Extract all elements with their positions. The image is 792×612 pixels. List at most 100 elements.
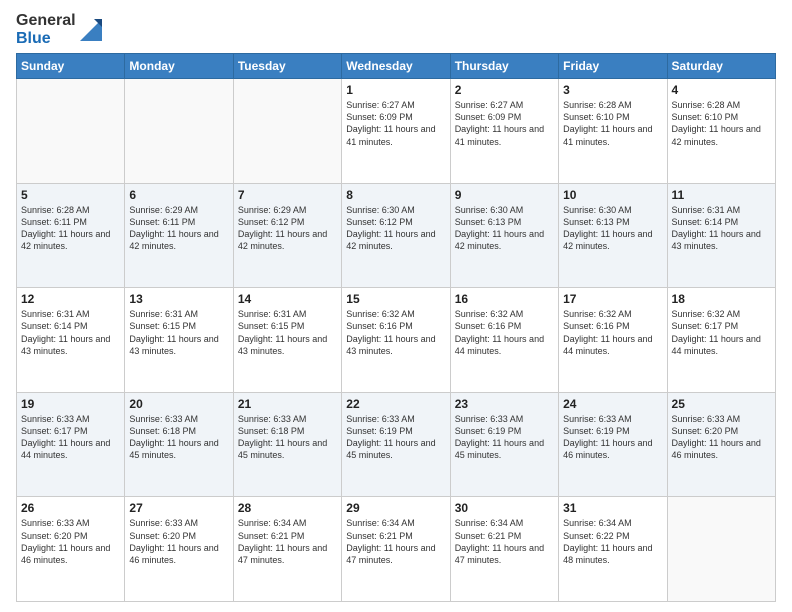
day-info: Sunrise: 6:32 AMSunset: 6:16 PMDaylight:… <box>563 308 662 357</box>
calendar-week-row: 26Sunrise: 6:33 AMSunset: 6:20 PMDayligh… <box>17 497 776 602</box>
logo-triangle-icon <box>80 19 102 41</box>
calendar-cell: 12 Sunrise: 6:31 AMSunset: 6:14 PMDayligh… <box>17 288 125 393</box>
col-header-friday: Friday <box>559 54 667 79</box>
day-number: 29 <box>346 501 445 515</box>
calendar-cell: 31Sunrise: 6:34 AMSunset: 6:22 PMDayligh… <box>559 497 667 602</box>
calendar-cell: 24 Sunrise: 6:33 AMSunset: 6:19 PMDayligh… <box>559 392 667 497</box>
day-number: 24 <box>563 397 662 411</box>
day-info: Sunrise: 6:31 AMSunset: 6:15 PMDaylight:… <box>129 308 228 357</box>
day-number: 4 <box>672 83 771 97</box>
calendar-cell: 3 Sunrise: 6:28 AMSunset: 6:10 PMDaylight… <box>559 79 667 184</box>
calendar-cell: 16 Sunrise: 6:32 AMSunset: 6:16 PMDayligh… <box>450 288 558 393</box>
calendar-cell: 7 Sunrise: 6:29 AMSunset: 6:12 PMDaylight… <box>233 183 341 288</box>
day-number: 17 <box>563 292 662 306</box>
day-info: Sunrise: 6:33 AMSunset: 6:20 PMDaylight:… <box>129 517 228 566</box>
day-number: 22 <box>346 397 445 411</box>
calendar-cell: 13 Sunrise: 6:31 AMSunset: 6:15 PMDayligh… <box>125 288 233 393</box>
page: General Blue SundayMondayTuesdayWednesda… <box>0 0 792 612</box>
day-info: Sunrise: 6:33 AMSunset: 6:18 PMDaylight:… <box>129 413 228 462</box>
col-header-thursday: Thursday <box>450 54 558 79</box>
day-number: 13 <box>129 292 228 306</box>
day-number: 23 <box>455 397 554 411</box>
col-header-tuesday: Tuesday <box>233 54 341 79</box>
day-number: 3 <box>563 83 662 97</box>
calendar-cell: 15 Sunrise: 6:32 AMSunset: 6:16 PMDayligh… <box>342 288 450 393</box>
calendar-cell: 22 Sunrise: 6:33 AMSunset: 6:19 PMDayligh… <box>342 392 450 497</box>
day-number: 30 <box>455 501 554 515</box>
calendar-header-row: SundayMondayTuesdayWednesdayThursdayFrid… <box>17 54 776 79</box>
day-info: Sunrise: 6:34 AMSunset: 6:21 PMDaylight:… <box>346 517 445 566</box>
calendar-cell: 1 Sunrise: 6:27 AMSunset: 6:09 PMDaylight… <box>342 79 450 184</box>
day-info: Sunrise: 6:33 AMSunset: 6:19 PMDaylight:… <box>563 413 662 462</box>
calendar-cell: 18 Sunrise: 6:32 AMSunset: 6:17 PMDayligh… <box>667 288 775 393</box>
day-info: Sunrise: 6:32 AMSunset: 6:17 PMDaylight:… <box>672 308 771 357</box>
calendar-cell: 14 Sunrise: 6:31 AMSunset: 6:15 PMDayligh… <box>233 288 341 393</box>
calendar-cell: 19Sunrise: 6:33 AMSunset: 6:17 PMDayligh… <box>17 392 125 497</box>
day-info: Sunrise: 6:31 AMSunset: 6:14 PMDaylight:… <box>672 204 771 253</box>
calendar-cell <box>233 79 341 184</box>
day-info: Sunrise: 6:33 AMSunset: 6:20 PMDaylight:… <box>672 413 771 462</box>
day-number: 12 <box>21 292 120 306</box>
day-info: Sunrise: 6:33 AMSunset: 6:19 PMDaylight:… <box>346 413 445 462</box>
logo-general: General <box>16 12 76 30</box>
day-info: Sunrise: 6:33 AMSunset: 6:17 PMDaylight:… <box>21 413 120 462</box>
day-info: Sunrise: 6:33 AMSunset: 6:20 PMDaylight:… <box>21 517 120 566</box>
day-number: 5 <box>21 188 120 202</box>
col-header-sunday: Sunday <box>17 54 125 79</box>
day-number: 21 <box>238 397 337 411</box>
calendar-cell: 25Sunrise: 6:33 AMSunset: 6:20 PMDayligh… <box>667 392 775 497</box>
day-info: Sunrise: 6:27 AMSunset: 6:09 PMDaylight:… <box>346 99 445 148</box>
day-info: Sunrise: 6:34 AMSunset: 6:21 PMDaylight:… <box>238 517 337 566</box>
day-info: Sunrise: 6:34 AMSunset: 6:22 PMDaylight:… <box>563 517 662 566</box>
calendar-cell: 20 Sunrise: 6:33 AMSunset: 6:18 PMDayligh… <box>125 392 233 497</box>
day-info: Sunrise: 6:30 AMSunset: 6:13 PMDaylight:… <box>563 204 662 253</box>
day-number: 27 <box>129 501 228 515</box>
logo-blue: Blue <box>16 30 76 48</box>
day-number: 7 <box>238 188 337 202</box>
calendar-cell <box>667 497 775 602</box>
calendar-week-row: 12 Sunrise: 6:31 AMSunset: 6:14 PMDayligh… <box>17 288 776 393</box>
calendar-week-row: 1 Sunrise: 6:27 AMSunset: 6:09 PMDaylight… <box>17 79 776 184</box>
day-number: 16 <box>455 292 554 306</box>
day-info: Sunrise: 6:28 AMSunset: 6:10 PMDaylight:… <box>672 99 771 148</box>
day-number: 14 <box>238 292 337 306</box>
day-info: Sunrise: 6:33 AMSunset: 6:19 PMDaylight:… <box>455 413 554 462</box>
day-number: 20 <box>129 397 228 411</box>
calendar-cell: 28 Sunrise: 6:34 AMSunset: 6:21 PMDayligh… <box>233 497 341 602</box>
day-info: Sunrise: 6:28 AMSunset: 6:11 PMDaylight:… <box>21 204 120 253</box>
calendar-cell: 27 Sunrise: 6:33 AMSunset: 6:20 PMDayligh… <box>125 497 233 602</box>
day-number: 28 <box>238 501 337 515</box>
col-header-monday: Monday <box>125 54 233 79</box>
calendar-cell: 10Sunrise: 6:30 AMSunset: 6:13 PMDayligh… <box>559 183 667 288</box>
day-info: Sunrise: 6:32 AMSunset: 6:16 PMDaylight:… <box>346 308 445 357</box>
day-info: Sunrise: 6:29 AMSunset: 6:12 PMDaylight:… <box>238 204 337 253</box>
day-info: Sunrise: 6:30 AMSunset: 6:12 PMDaylight:… <box>346 204 445 253</box>
calendar-cell: 30 Sunrise: 6:34 AMSunset: 6:21 PMDayligh… <box>450 497 558 602</box>
day-info: Sunrise: 6:30 AMSunset: 6:13 PMDaylight:… <box>455 204 554 253</box>
calendar-cell: 26Sunrise: 6:33 AMSunset: 6:20 PMDayligh… <box>17 497 125 602</box>
calendar-cell: 9Sunrise: 6:30 AMSunset: 6:13 PMDaylight… <box>450 183 558 288</box>
calendar-cell: 21 Sunrise: 6:33 AMSunset: 6:18 PMDayligh… <box>233 392 341 497</box>
day-number: 11 <box>672 188 771 202</box>
top-section: General Blue <box>16 12 776 47</box>
day-number: 2 <box>455 83 554 97</box>
day-info: Sunrise: 6:34 AMSunset: 6:21 PMDaylight:… <box>455 517 554 566</box>
day-number: 6 <box>129 188 228 202</box>
day-info: Sunrise: 6:31 AMSunset: 6:15 PMDaylight:… <box>238 308 337 357</box>
day-info: Sunrise: 6:33 AMSunset: 6:18 PMDaylight:… <box>238 413 337 462</box>
day-number: 15 <box>346 292 445 306</box>
calendar-cell: 17 Sunrise: 6:32 AMSunset: 6:16 PMDayligh… <box>559 288 667 393</box>
calendar-cell: 2Sunrise: 6:27 AMSunset: 6:09 PMDaylight… <box>450 79 558 184</box>
calendar-cell: 8Sunrise: 6:30 AMSunset: 6:12 PMDaylight… <box>342 183 450 288</box>
col-header-wednesday: Wednesday <box>342 54 450 79</box>
calendar-cell: 6Sunrise: 6:29 AMSunset: 6:11 PMDaylight… <box>125 183 233 288</box>
day-number: 18 <box>672 292 771 306</box>
day-info: Sunrise: 6:28 AMSunset: 6:10 PMDaylight:… <box>563 99 662 148</box>
calendar-week-row: 5 Sunrise: 6:28 AMSunset: 6:11 PMDaylight… <box>17 183 776 288</box>
calendar-cell <box>125 79 233 184</box>
day-number: 1 <box>346 83 445 97</box>
day-info: Sunrise: 6:31 AMSunset: 6:14 PMDaylight:… <box>21 308 120 357</box>
calendar-week-row: 19Sunrise: 6:33 AMSunset: 6:17 PMDayligh… <box>17 392 776 497</box>
calendar-cell <box>17 79 125 184</box>
day-info: Sunrise: 6:32 AMSunset: 6:16 PMDaylight:… <box>455 308 554 357</box>
